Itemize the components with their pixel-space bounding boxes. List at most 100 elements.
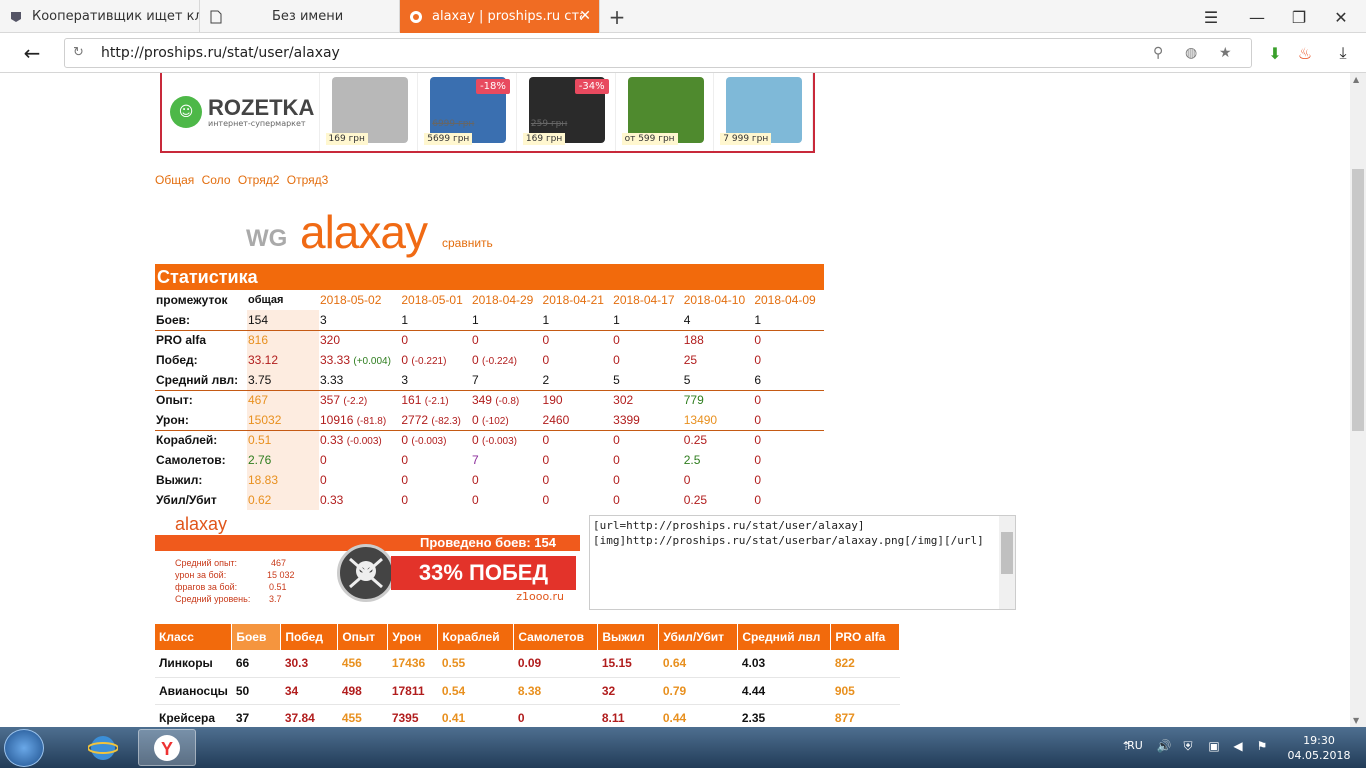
minimize-icon[interactable]: — bbox=[1246, 6, 1268, 28]
stat-cell: 0 (-0.221) bbox=[400, 350, 471, 370]
flame-extension-icon[interactable]: ♨ bbox=[1294, 42, 1316, 64]
nav-link-solo[interactable]: Соло bbox=[202, 173, 231, 187]
stat-delta: (-0.003) bbox=[411, 436, 447, 448]
menu-icon[interactable]: ☰ bbox=[1200, 6, 1222, 28]
class-header[interactable]: Класс bbox=[155, 624, 233, 650]
stat-value: 0 bbox=[683, 473, 691, 487]
star-icon[interactable]: ★ bbox=[1219, 45, 1232, 61]
stat-cell: 0 bbox=[753, 450, 824, 470]
class-header[interactable]: Выжил bbox=[597, 624, 660, 650]
ad-price: 7 999 грн bbox=[720, 133, 772, 145]
bbcode-scrollbar[interactable] bbox=[999, 516, 1015, 609]
scroll-down-icon[interactable]: ▼ bbox=[1353, 716, 1359, 725]
stats-row: Побед: 33.12 33.33 (+0.004) 0 (-0.221) 0 (-0… bbox=[155, 350, 824, 370]
stat-cell: 161 (-2.1) bbox=[400, 390, 471, 410]
ad-item-monitor[interactable]: 7 999 грн bbox=[714, 73, 813, 151]
new-tab-button[interactable]: + bbox=[606, 5, 628, 29]
network-icon[interactable]: ▣ bbox=[1206, 739, 1222, 755]
clock[interactable]: 19:30 04.05.2018 bbox=[1284, 733, 1354, 763]
class-header[interactable]: Боев bbox=[231, 624, 282, 650]
class-header[interactable]: Средний лвл bbox=[737, 624, 832, 650]
stat-value: 4 bbox=[683, 312, 691, 327]
class-header[interactable]: Кораблей bbox=[437, 624, 515, 650]
class-cell: 0.64 bbox=[658, 650, 738, 678]
stat-cell: 0 bbox=[753, 490, 824, 510]
action-center-icon[interactable]: ⚑ bbox=[1254, 739, 1270, 755]
class-header[interactable]: Убил/Убит bbox=[658, 624, 739, 650]
stat-value: 5 bbox=[683, 372, 691, 387]
page-scrollbar[interactable]: ▲ ▼ bbox=[1350, 73, 1366, 727]
nav-link-general[interactable]: Общая bbox=[155, 173, 194, 187]
tab-proships[interactable]: alaxay | proships.ru статистика ✕ bbox=[400, 0, 600, 33]
stat-cell: 1 bbox=[753, 310, 824, 331]
period-date: 2018-05-02 bbox=[320, 293, 382, 307]
class-header[interactable]: Побед bbox=[280, 624, 339, 650]
scroll-thumb[interactable] bbox=[1352, 169, 1364, 431]
class-cell: 8.38 bbox=[513, 677, 598, 705]
class-cell: 455 bbox=[337, 704, 388, 727]
tab-untitled[interactable]: Без имени bbox=[200, 0, 400, 33]
stat-cell: 2460 bbox=[541, 410, 613, 431]
stat-cell: 1 bbox=[612, 310, 683, 331]
stat-cell: 0 bbox=[319, 450, 400, 470]
shield-icon[interactable]: ⛨ bbox=[1180, 739, 1196, 755]
yandex-taskbar-icon[interactable]: Y bbox=[138, 729, 196, 766]
class-header[interactable]: Опыт bbox=[337, 624, 389, 650]
stat-value: 33.33 bbox=[320, 353, 351, 367]
stat-value: 2 bbox=[542, 372, 550, 387]
ad-price: 169 грн bbox=[522, 133, 566, 145]
address-bar: ← ↻ http://proships.ru/stat/user/alaxay … bbox=[0, 33, 1366, 73]
stat-cell: 3399 bbox=[612, 410, 683, 431]
compare-link[interactable]: сравнить bbox=[442, 236, 493, 250]
ad-item-kettle[interactable]: 169 грн bbox=[320, 73, 419, 151]
globe-icon[interactable]: ◍ bbox=[1185, 45, 1197, 61]
stat-label: Опыт: bbox=[156, 393, 193, 408]
back-arrow-icon[interactable]: ← bbox=[20, 41, 44, 65]
scroll-up-icon[interactable]: ▲ bbox=[1353, 75, 1359, 84]
stat-value: 0 bbox=[401, 433, 409, 448]
maximize-icon[interactable]: ❐ bbox=[1288, 6, 1310, 28]
tab-title: Без имени bbox=[272, 9, 344, 24]
stat-value: 2460 bbox=[542, 412, 570, 427]
tab-coop[interactable]: Кооперативщик ищет клан bbox=[0, 0, 200, 33]
stat-value: 0 bbox=[542, 333, 550, 348]
ad-item-trimmer[interactable]: от 599 грн bbox=[616, 73, 715, 151]
stat-delta: (-2.1) bbox=[424, 396, 449, 408]
download-extension-icon[interactable]: ⬇ bbox=[1264, 42, 1286, 64]
ad-item-mouse[interactable]: -34% 259 грн 169 грн bbox=[517, 73, 616, 151]
close-icon[interactable]: ✕ bbox=[579, 8, 591, 24]
stat-value: 1 bbox=[471, 312, 479, 327]
class-header[interactable]: Самолетов bbox=[513, 624, 599, 650]
close-window-icon[interactable]: ✕ bbox=[1330, 6, 1352, 28]
bbcode-textarea[interactable]: [url=http://proships.ru/stat/user/alaxay… bbox=[589, 515, 1016, 610]
class-header[interactable]: PRO alfa bbox=[830, 624, 901, 650]
stat-delta: (-0.003) bbox=[481, 436, 517, 448]
speaker-muted-icon[interactable]: ◀ bbox=[1230, 739, 1246, 755]
reload-icon[interactable]: ↻ bbox=[73, 45, 84, 60]
volume-icon[interactable]: 🔊 bbox=[1156, 739, 1172, 755]
class-header[interactable]: Урон bbox=[387, 624, 439, 650]
language-indicator[interactable]: RU bbox=[1125, 739, 1145, 755]
nav-link-squad2[interactable]: Отряд2 bbox=[238, 173, 280, 187]
taskbar: Y ⇡ RU 🔊 ⛨ ▣ ◀ ⚑ 19:30 04.05.2018 bbox=[0, 727, 1366, 768]
url-text[interactable]: http://proships.ru/stat/user/alaxay bbox=[101, 45, 340, 61]
userbar-name: alaxay bbox=[175, 514, 228, 534]
ad-banner[interactable]: ☺ ROZETKA интернет-супермаркет 169 грн -… bbox=[160, 73, 815, 153]
stat-value: 0 bbox=[754, 353, 762, 367]
clock-time: 19:30 bbox=[1303, 734, 1335, 747]
stat-value: 0.33 bbox=[320, 433, 344, 448]
player-prefix: WG bbox=[246, 225, 288, 252]
scroll-thumb[interactable] bbox=[1001, 532, 1013, 574]
stat-total: 467 bbox=[247, 390, 319, 410]
start-button[interactable] bbox=[4, 729, 44, 767]
stat-label: PRO alfa bbox=[156, 333, 207, 348]
ad-item-laptop[interactable]: -18% 6999 грн 5699 грн bbox=[418, 73, 517, 151]
stat-cell: 0 (-102) bbox=[470, 410, 542, 431]
ie-taskbar-icon[interactable] bbox=[74, 729, 132, 766]
stat-total: 15032 bbox=[247, 410, 319, 431]
search-key-icon[interactable]: ⚲ bbox=[1153, 45, 1163, 61]
url-field[interactable]: ↻ http://proships.ru/stat/user/alaxay ⚲ … bbox=[64, 38, 1252, 68]
rozetka-logo[interactable]: ☺ ROZETKA интернет-супермаркет bbox=[162, 73, 320, 151]
downloads-icon[interactable]: ⤓ bbox=[1332, 42, 1354, 64]
nav-link-squad3[interactable]: Отряд3 bbox=[287, 173, 329, 187]
